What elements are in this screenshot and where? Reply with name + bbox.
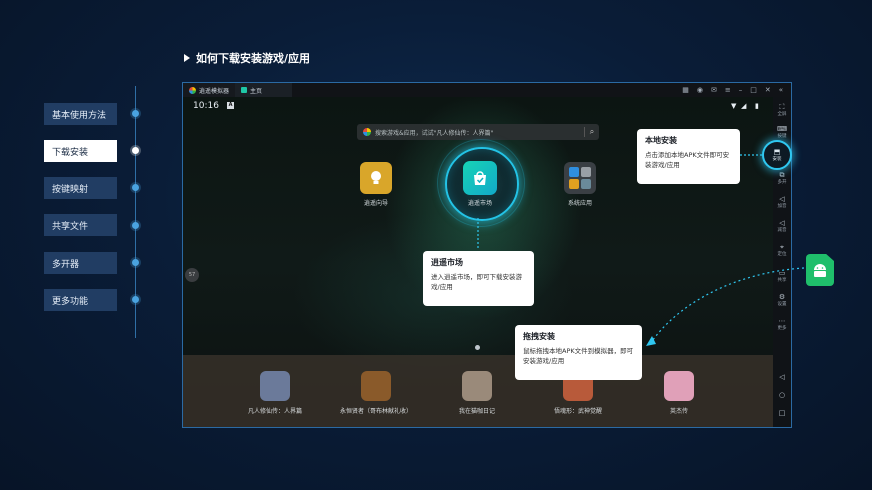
tooltip-title: 本地安装 [645,136,677,145]
tooltip-title: 拖拽安装 [523,332,555,341]
tooltip-drag-install: 拖拽安装 鼠标拖拽本地APK文件到模拟器，即可安装游戏/应用 [515,325,642,380]
connector-lines [477,154,805,346]
tooltip-title: 逍遥市场 [431,258,463,267]
tooltip-desc: 进入逍遥市场，即可下载安装游戏/应用 [431,273,522,291]
android-icon [814,264,826,277]
apk-file-icon[interactable] [806,254,834,286]
arrow-head-icon [646,336,656,346]
tooltip-desc: 点击添加本地APK文件即可安装游戏/应用 [645,151,730,169]
connector-drag [649,267,805,345]
tooltip-desc: 鼠标拖拽本地APK文件到模拟器，即可安装游戏/应用 [523,347,634,365]
tooltip-market: 逍遥市场 进入逍遥市场，即可下载安装游戏/应用 [423,251,534,306]
tooltip-local-install: 本地安装 点击添加本地APK文件即可安装游戏/应用 [637,129,740,184]
